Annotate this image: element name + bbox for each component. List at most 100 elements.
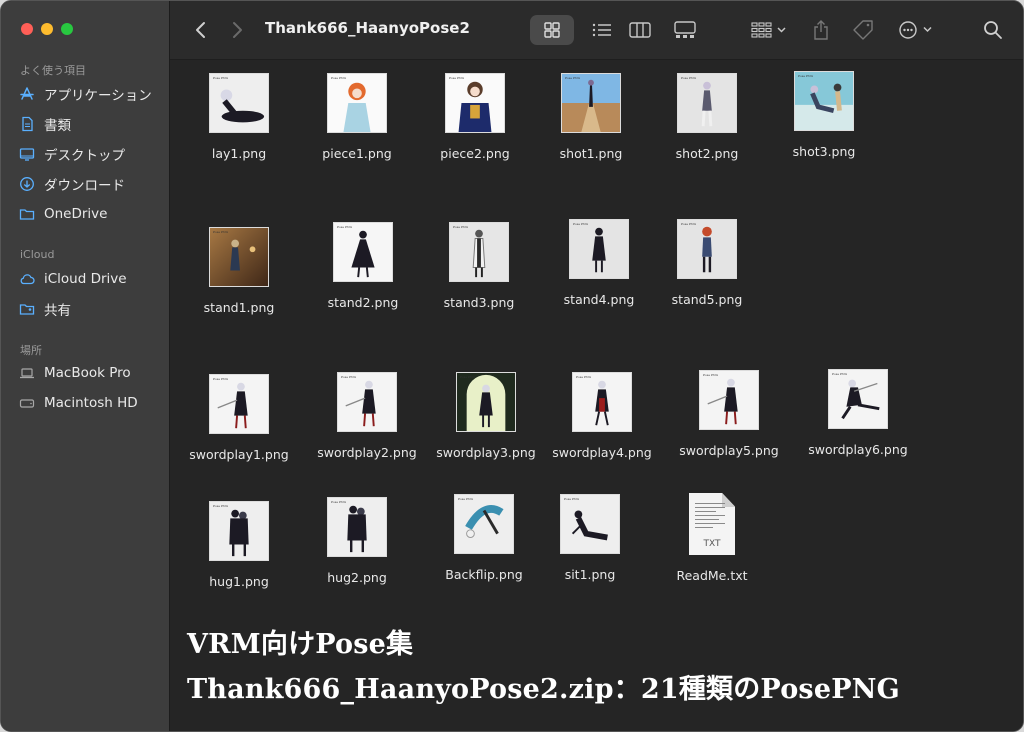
file-name: swordplay5.png xyxy=(679,443,779,458)
sidebar-item-label: ダウンロード xyxy=(44,178,125,194)
column-view-button[interactable] xyxy=(622,15,658,45)
tag-icon xyxy=(853,20,873,40)
file-item-image[interactable]: Pose PNG lay1.png xyxy=(179,73,299,161)
sidebar-item-icloud-drive[interactable]: iCloud Drive xyxy=(19,267,127,291)
image-thumbnail: Pose PNG xyxy=(569,219,629,279)
image-thumbnail: Pose PNG xyxy=(449,222,509,282)
image-thumbnail: Pose PNG xyxy=(333,222,393,282)
sidebar-item-onedrive[interactable]: OneDrive xyxy=(19,202,107,226)
sidebar-item-downloads[interactable]: ダウンロード xyxy=(19,172,125,196)
group-by-button[interactable] xyxy=(748,15,790,45)
grid-view-icon xyxy=(544,22,560,38)
thumbnail-watermark: Pose PNG xyxy=(573,222,589,226)
sidebar-header-favorites: よく使う項目 xyxy=(20,64,86,77)
share-icon xyxy=(814,20,828,40)
file-item-image[interactable]: Pose PNG sit1.png xyxy=(530,494,650,582)
image-thumbnail: Pose PNG xyxy=(327,497,387,557)
file-item-image[interactable]: Pose PNG swordplay2.png xyxy=(307,372,427,460)
file-item-image[interactable]: Pose PNG piece1.png xyxy=(297,73,417,161)
gallery-view-button[interactable] xyxy=(667,15,703,45)
laptop-icon xyxy=(19,365,35,381)
file-name: swordplay4.png xyxy=(552,445,652,460)
sidebar-item-documents[interactable]: 書類 xyxy=(19,112,71,136)
thumbnail-watermark: Pose PNG xyxy=(565,76,581,80)
file-item-image[interactable]: Pose PNG hug2.png xyxy=(297,497,417,585)
search-icon xyxy=(984,21,1002,39)
applications-icon xyxy=(19,86,35,102)
thumbnail-watermark: Pose PNG xyxy=(213,76,229,80)
window-title: Thank666_HaanyoPose2 xyxy=(265,19,470,37)
file-item-image[interactable]: Pose PNG swordplay6.png xyxy=(798,369,918,457)
file-item-image[interactable]: Pose PNG Backflip.png xyxy=(424,494,544,582)
file-name: shot1.png xyxy=(559,146,623,161)
file-item-image[interactable]: Pose PNG stand3.png xyxy=(419,222,539,310)
file-item-image[interactable]: Pose PNG swordplay4.png xyxy=(542,372,662,460)
file-item-image[interactable]: Pose PNG stand1.png xyxy=(179,227,299,315)
file-item-image[interactable]: Pose PNG stand4.png xyxy=(539,219,659,307)
file-item-image[interactable]: Pose PNG hug1.png xyxy=(179,501,299,589)
file-item-image[interactable]: Pose PNG shot2.png xyxy=(647,73,767,161)
file-item-text[interactable]: TXT ReadMe.txt xyxy=(652,493,772,583)
sidebar-item-shared[interactable]: 共有 xyxy=(19,297,71,321)
file-item-image[interactable]: Pose PNG stand5.png xyxy=(647,219,767,307)
zoom-button[interactable] xyxy=(61,23,73,35)
sidebar-item-desktop[interactable]: デスクトップ xyxy=(19,142,125,166)
file-name: swordplay6.png xyxy=(808,442,908,457)
thumbnail-watermark: Pose PNG xyxy=(681,222,697,226)
thumbnail-watermark: Pose PNG xyxy=(341,375,357,379)
thumbnail-watermark: Pose PNG xyxy=(798,74,814,78)
image-thumbnail: Pose PNG xyxy=(454,494,514,554)
forward-button[interactable] xyxy=(226,19,248,41)
file-item-image[interactable]: Pose PNG swordplay1.png xyxy=(179,374,299,462)
thumbnail-watermark: Pose PNG xyxy=(331,500,347,504)
image-thumbnail: Pose PNG xyxy=(572,372,632,432)
file-name: swordplay3.png xyxy=(436,445,536,460)
document-icon xyxy=(19,116,35,132)
file-item-image[interactable]: Pose PNG shot1.png xyxy=(531,73,651,161)
text-file-icon: TXT xyxy=(689,493,735,555)
file-name: hug1.png xyxy=(209,574,269,589)
image-thumbnail: Pose PNG xyxy=(561,73,621,133)
tag-button[interactable] xyxy=(848,15,878,45)
finder-window: よく使う項目 アプリケーション 書類 デスクトップ ダウンロード OneDriv… xyxy=(0,0,1024,732)
image-thumbnail: Pose PNG xyxy=(327,73,387,133)
sidebar-item-label: iCloud Drive xyxy=(44,271,127,287)
icon-view-button[interactable] xyxy=(530,15,574,45)
cloud-icon xyxy=(19,271,35,287)
group-icon xyxy=(751,22,786,38)
back-button[interactable] xyxy=(190,19,212,41)
list-view-icon xyxy=(592,23,611,37)
forward-icon xyxy=(233,22,242,38)
file-item-image[interactable]: Pose PNG shot3.png xyxy=(764,71,884,159)
more-actions-button[interactable] xyxy=(896,15,938,45)
minimize-button[interactable] xyxy=(41,23,53,35)
search-button[interactable] xyxy=(980,17,1006,43)
thumbnail-watermark: Pose PNG xyxy=(331,76,347,80)
file-name: shot2.png xyxy=(675,146,739,161)
file-item-image[interactable]: Pose PNG swordplay3.png xyxy=(426,372,546,460)
thumbnail-watermark: Pose PNG xyxy=(832,372,848,376)
image-thumbnail: Pose PNG xyxy=(209,374,269,434)
back-icon xyxy=(196,22,205,38)
image-thumbnail: Pose PNG xyxy=(209,501,269,561)
list-view-button[interactable] xyxy=(584,15,620,45)
image-thumbnail: Pose PNG xyxy=(677,73,737,133)
thumbnail-watermark: Pose PNG xyxy=(213,504,229,508)
share-button[interactable] xyxy=(807,15,835,45)
gallery-view-icon xyxy=(674,21,696,38)
image-thumbnail: Pose PNG xyxy=(828,369,888,429)
thumbnail-watermark: Pose PNG xyxy=(458,497,474,501)
file-item-image[interactable]: Pose PNG piece2.png xyxy=(415,73,535,161)
close-button[interactable] xyxy=(21,23,33,35)
thumbnail-watermark: Pose PNG xyxy=(703,373,719,377)
sidebar-item-macbook-pro[interactable]: MacBook Pro xyxy=(19,361,131,385)
image-thumbnail: Pose PNG xyxy=(794,71,854,131)
image-thumbnail: Pose PNG xyxy=(560,494,620,554)
thumbnail-watermark: Pose PNG xyxy=(213,230,229,234)
window-controls xyxy=(21,23,73,35)
sidebar-item-macintosh-hd[interactable]: Macintosh HD xyxy=(19,391,138,415)
sidebar-item-applications[interactable]: アプリケーション xyxy=(19,82,152,106)
file-name: piece1.png xyxy=(322,146,392,161)
file-item-image[interactable]: Pose PNG swordplay5.png xyxy=(669,370,789,458)
file-item-image[interactable]: Pose PNG stand2.png xyxy=(303,222,423,310)
